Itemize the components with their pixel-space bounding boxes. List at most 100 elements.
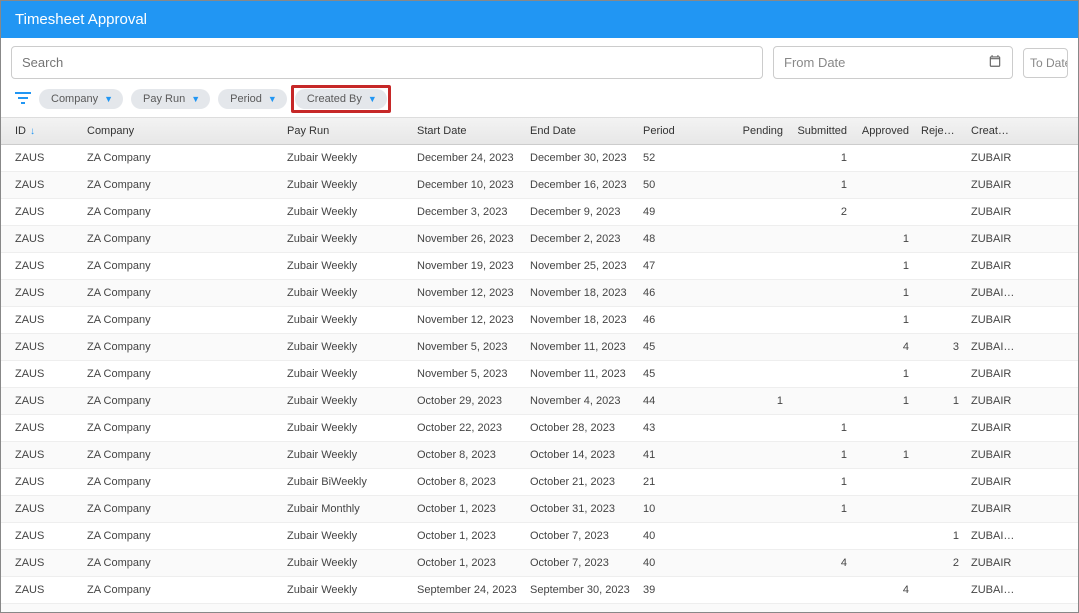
cell-company: ZA Company (81, 469, 281, 495)
col-rejected[interactable]: Rejected (915, 118, 965, 144)
cell-created: ZUBAIR (965, 253, 1021, 279)
cell-pending (725, 415, 789, 441)
from-date-input[interactable]: From Date (773, 46, 1013, 79)
cell-id: ZAUS (1, 334, 81, 360)
cell-created: ZUBAIR (965, 415, 1021, 441)
table-row[interactable]: ZAUSZA CompanyZubair WeeklyDecember 24, … (1, 145, 1078, 172)
cell-payrun: Zubair Weekly (281, 523, 411, 549)
cell-submitted (789, 307, 853, 333)
cell-rejected (915, 604, 965, 613)
chevron-down-icon: ▼ (268, 94, 277, 104)
cell-end: November 11, 2023 (524, 334, 637, 360)
toolbar: From Date To Date (1, 38, 1078, 87)
cell-payrun: Zubair Weekly (281, 550, 411, 576)
table-row[interactable]: ZAUSZA CompanyZubair WeeklyNovember 12, … (1, 280, 1078, 307)
cell-submitted (789, 523, 853, 549)
col-id[interactable]: ID↓ (1, 118, 81, 144)
col-approved[interactable]: Approved (853, 118, 915, 144)
cell-company: ZA Company (81, 388, 281, 414)
table-row[interactable]: ZAUSZA CompanyZubair WeeklyDecember 10, … (1, 172, 1078, 199)
table-row[interactable]: ZAUSZA CompanyZubair WeeklyDecember 3, 2… (1, 199, 1078, 226)
cell-approved (853, 172, 915, 198)
filter-chip-company[interactable]: Company▼ (39, 89, 123, 109)
cell-period: 40 (637, 523, 725, 549)
page-title: Timesheet Approval (1, 1, 1078, 38)
cell-pending (725, 145, 789, 171)
cell-company: ZA Company (81, 280, 281, 306)
table-row[interactable]: ZAUSZA CompanyZubair WeeklySeptember 3, … (1, 604, 1078, 613)
cell-approved (853, 469, 915, 495)
cell-approved: 1 (853, 388, 915, 414)
to-date-input[interactable]: To Date (1023, 48, 1068, 78)
cell-rejected (915, 577, 965, 603)
cell-company: ZA Company (81, 415, 281, 441)
filter-icon[interactable] (15, 91, 31, 107)
cell-id: ZAUS (1, 172, 81, 198)
table-row[interactable]: ZAUSZA CompanyZubair WeeklyOctober 22, 2… (1, 415, 1078, 442)
search-input[interactable] (11, 46, 763, 79)
cell-pending (725, 280, 789, 306)
cell-submitted: 1 (789, 172, 853, 198)
cell-pending (725, 604, 789, 613)
cell-pending (725, 307, 789, 333)
col-company[interactable]: Company (81, 118, 281, 144)
cell-company: ZA Company (81, 604, 281, 613)
col-createdby[interactable]: Created By (965, 118, 1021, 144)
cell-period: 46 (637, 280, 725, 306)
cell-created: ZUBAIR (965, 226, 1021, 252)
cell-created: ZUBAIR (965, 496, 1021, 522)
col-submitted[interactable]: Submitted (789, 118, 853, 144)
col-pending[interactable]: Pending (725, 118, 789, 144)
cell-id: ZAUS (1, 388, 81, 414)
cell-period: 49 (637, 199, 725, 225)
cell-rejected (915, 145, 965, 171)
col-end[interactable]: End Date (524, 118, 637, 144)
filter-chip-period[interactable]: Period▼ (218, 89, 287, 109)
chip-label: Created By (307, 93, 362, 105)
table-row[interactable]: ZAUSZA CompanyZubair WeeklyNovember 5, 2… (1, 334, 1078, 361)
table-row[interactable]: ZAUSZA CompanyZubair WeeklyOctober 1, 20… (1, 523, 1078, 550)
cell-period: 10 (637, 496, 725, 522)
table-row[interactable]: ZAUSZA CompanyZubair WeeklyOctober 8, 20… (1, 442, 1078, 469)
cell-id: ZAUS (1, 577, 81, 603)
cell-start: November 5, 2023 (411, 361, 524, 387)
cell-created: ZUBAIR (965, 550, 1021, 576)
table-row[interactable]: ZAUSZA CompanyZubair WeeklyNovember 12, … (1, 307, 1078, 334)
table-body: ZAUSZA CompanyZubair WeeklyDecember 24, … (1, 145, 1078, 613)
chevron-down-icon: ▼ (191, 94, 200, 104)
cell-submitted: 4 (789, 550, 853, 576)
cell-submitted: 1 (789, 442, 853, 468)
cell-period: 21 (637, 469, 725, 495)
col-start[interactable]: Start Date (411, 118, 524, 144)
cell-created: ZUBAIR (965, 145, 1021, 171)
table-row[interactable]: ZAUSZA CompanyZubair WeeklyOctober 1, 20… (1, 550, 1078, 577)
col-payrun[interactable]: Pay Run (281, 118, 411, 144)
cell-end: October 7, 2023 (524, 523, 637, 549)
filter-chip-createdby[interactable]: Created By▼ (295, 89, 387, 109)
cell-id: ZAUS (1, 280, 81, 306)
filter-chip-payrun[interactable]: Pay Run▼ (131, 89, 210, 109)
cell-rejected (915, 496, 965, 522)
cell-company: ZA Company (81, 523, 281, 549)
cell-company: ZA Company (81, 145, 281, 171)
cell-end: October 28, 2023 (524, 415, 637, 441)
table-row[interactable]: ZAUSZA CompanyZubair WeeklyNovember 26, … (1, 226, 1078, 253)
col-period[interactable]: Period (637, 118, 725, 144)
table-row[interactable]: ZAUSZA CompanyZubair BiWeeklyOctober 8, … (1, 469, 1078, 496)
cell-company: ZA Company (81, 226, 281, 252)
cell-approved: 1 (853, 361, 915, 387)
table-row[interactable]: ZAUSZA CompanyZubair WeeklyNovember 5, 2… (1, 361, 1078, 388)
cell-period: 47 (637, 253, 725, 279)
cell-end: December 2, 2023 (524, 226, 637, 252)
cell-company: ZA Company (81, 361, 281, 387)
table-row[interactable]: ZAUSZA CompanyZubair MonthlyOctober 1, 2… (1, 496, 1078, 523)
cell-id: ZAUS (1, 226, 81, 252)
cell-pending (725, 226, 789, 252)
cell-payrun: Zubair Weekly (281, 280, 411, 306)
table-row[interactable]: ZAUSZA CompanyZubair WeeklySeptember 24,… (1, 577, 1078, 604)
table-row[interactable]: ZAUSZA CompanyZubair WeeklyNovember 19, … (1, 253, 1078, 280)
cell-submitted (789, 361, 853, 387)
table-row[interactable]: ZAUSZA CompanyZubair WeeklyOctober 29, 2… (1, 388, 1078, 415)
cell-period: 46 (637, 307, 725, 333)
cell-payrun: Zubair Weekly (281, 442, 411, 468)
